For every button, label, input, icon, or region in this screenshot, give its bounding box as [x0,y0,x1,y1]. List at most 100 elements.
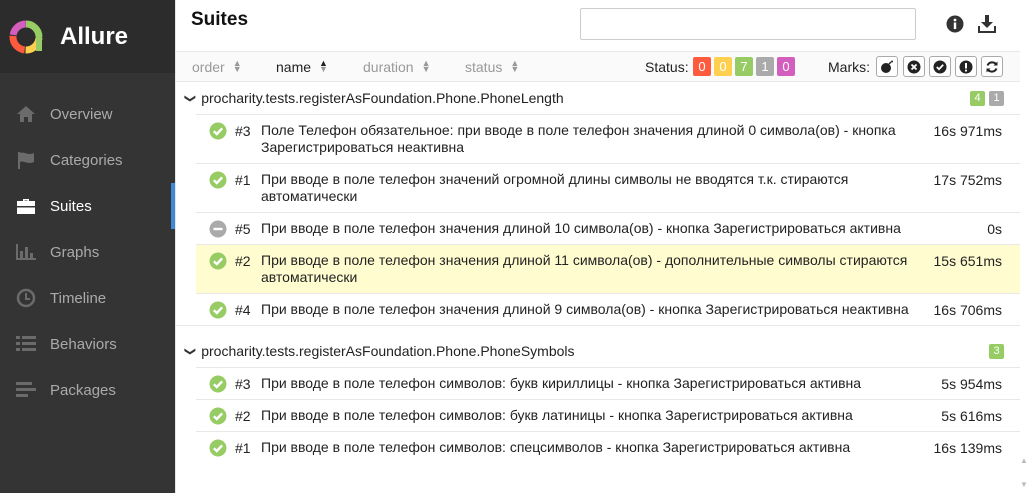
sort-toolbar: order ▲ ▼ name ▲ ▼ duration ▲ ▼ status ▲ ▼ S… [176,51,1020,82]
test-name: При вводе в поле телефон символов: букв … [261,375,862,391]
status-passed-icon [209,439,227,457]
sort-arrows-icon: ▲ ▼ [232,58,242,74]
chevron-down-icon: ❯ [184,346,197,356]
test-order: #2 [235,408,251,424]
test-row[interactable]: #1 При вводе в поле телефон значений огро… [196,163,1020,212]
sidebar-item-label: Categories [50,151,123,169]
mark-new-broken-button[interactable] [955,56,977,77]
sort-label: name [276,59,312,75]
test-order: #5 [235,221,251,237]
status-passed-icon [209,171,227,189]
test-row[interactable]: #2 При вводе в поле телефон символов: бук… [196,399,1020,431]
sidebar-nav: Overview Categories Suites Graphs Timeli… [0,91,175,413]
test-order: #2 [235,253,251,269]
test-order: #4 [235,302,251,318]
check-circle-icon [933,60,947,73]
sidebar-item-overview[interactable]: Overview [0,91,175,137]
test-row[interactable]: #5 При вводе в поле телефон значения длин… [196,212,1020,244]
suite-group-name: procharity.tests.registerAsFoundation.Ph… [201,90,564,106]
sidebar-item-label: Timeline [50,289,107,307]
sort-arrows-icon: ▲ ▼ [319,58,328,74]
status-filter-toggle[interactable]: 7 [735,57,753,76]
test-duration: 0s [987,221,1002,237]
test-row[interactable]: #2 При вводе в поле телефон значения длин… [196,244,1020,293]
bomb-icon [881,60,893,73]
clock-icon [14,287,38,309]
bar-chart-icon [14,241,38,263]
test-duration: 15s 651ms [933,253,1002,269]
test-row[interactable]: #3 Поле Телефон обязательное: при вводе в… [196,114,1020,163]
status-passed-icon [209,252,227,270]
status-filter-toggle[interactable]: 0 [777,57,795,76]
test-row[interactable]: #1 При вводе в поле телефон символов: спе… [196,431,1020,463]
download-icon[interactable] [977,14,997,34]
page-title: Suites [191,9,249,30]
test-duration: 16s 706ms [933,302,1002,318]
flag-icon [14,149,38,171]
suite-counts: 41 [970,91,1004,106]
briefcase-icon [14,195,38,217]
brand[interactable]: Allure [0,0,175,73]
status-passed-icon [209,407,227,425]
refresh-icon [986,60,998,73]
sidebar-item-timeline[interactable]: Timeline [0,275,175,321]
sidebar-item-label: Suites [50,197,92,215]
suite-group-header[interactable]: ❯ procharity.tests.registerAsFoundation.P… [176,335,1020,367]
brand-name: Allure [60,22,129,50]
test-name: При вводе в поле телефон значений огромн… [261,171,849,204]
status-filter-toggle[interactable]: 0 [714,57,732,76]
count-badge: 4 [970,91,985,106]
sidebar-item-suites[interactable]: Suites [0,183,175,229]
sidebar-item-label: Graphs [50,243,100,261]
test-duration: 5s 954ms [941,376,1002,392]
test-order: #3 [235,123,251,139]
suites-tree: ❯ procharity.tests.registerAsFoundation.P… [176,82,1020,463]
sidebar-item-categories[interactable]: Categories [0,137,175,183]
sort-duration[interactable]: duration ▲ ▼ [363,59,431,76]
test-duration: 16s 971ms [933,123,1002,139]
home-icon [14,103,38,125]
marks-filter-label: Marks: [828,59,870,75]
align-left-icon [14,379,38,401]
suite-group-header[interactable]: ❯ procharity.tests.registerAsFoundation.P… [176,82,1020,114]
info-icon[interactable] [946,15,964,33]
sort-status[interactable]: status ▲ ▼ [465,59,519,76]
sort-name[interactable]: name ▲ ▼ [276,58,328,76]
test-duration: 17s 752ms [933,172,1002,188]
test-order: #1 [235,440,251,456]
sort-order[interactable]: order ▲ ▼ [192,58,242,76]
mark-flaky-button[interactable] [876,56,898,77]
search-input[interactable] [580,8,916,40]
sidebar-item-label: Overview [50,105,113,123]
test-row[interactable]: #3 При вводе в поле телефон символов: бук… [196,367,1020,399]
test-name: При вводе в поле телефон символов: букв … [261,407,853,423]
test-name: При вводе в поле телефон символов: спецс… [261,439,851,455]
test-duration: 16s 139ms [933,440,1002,456]
test-name: При вводе в поле телефон значения длиной… [261,252,908,285]
test-name: При вводе в поле телефон значения длиной… [261,301,909,317]
suites-pane: Suites order ▲ ▼ name ▲ ▼ duration ▲ ▼ stat… [175,0,1020,493]
mark-new-failed-button[interactable] [903,56,925,77]
status-filter-toggle[interactable]: 1 [756,57,774,76]
mark-new-passed-button[interactable] [929,56,951,77]
sidebar-item-graphs[interactable]: Graphs [0,229,175,275]
status-filter-toggle[interactable]: 0 [693,57,711,76]
group-divider [176,325,1020,335]
test-name: При вводе в поле телефон значения длиной… [261,220,901,236]
test-name: Поле Телефон обязательное: при вводе в п… [261,122,896,155]
sidebar-item-behaviors[interactable]: Behaviors [0,321,175,367]
mark-retries-button[interactable] [981,56,1003,77]
status-skipped-icon [209,220,227,238]
sort-label: status [465,59,503,75]
list-icon [14,333,38,355]
sidebar-item-packages[interactable]: Packages [0,367,175,413]
suite-group-name: procharity.tests.registerAsFoundation.Ph… [201,343,575,359]
suite-counts: 3 [989,344,1004,359]
status-filter-label: Status: [645,59,689,75]
status-passed-icon [209,122,227,140]
scroll-up-arrow[interactable]: ▲ [1020,456,1030,466]
scroll-down-arrow[interactable]: ▼ [1020,480,1030,490]
test-row[interactable]: #4 При вводе в поле телефон значения длин… [196,293,1020,325]
sidebar: Allure Overview Categories Suites Graphs… [0,0,175,493]
allure-logo-icon [9,20,43,53]
